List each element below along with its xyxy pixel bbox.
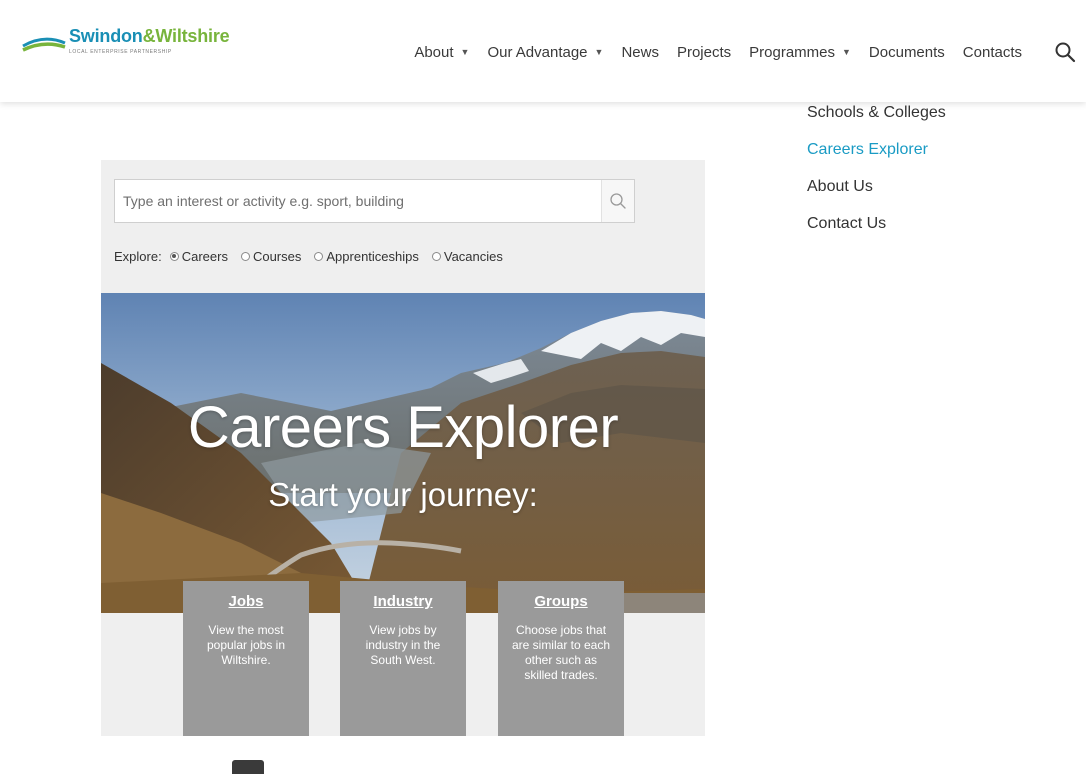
programmes-submenu: Schools & Colleges Careers Explorer Abou…	[807, 102, 946, 250]
card-title[interactable]: Groups	[498, 593, 624, 610]
submenu-item-contact-us[interactable]: Contact Us	[807, 213, 946, 250]
caret-down-icon: ▼	[842, 47, 851, 57]
card-description: View the most popular jobs in Wiltshire.	[206, 623, 286, 667]
card-title[interactable]: Jobs	[183, 593, 309, 610]
logo-tagline: LOCAL ENTERPRISE PARTNERSHIP	[69, 49, 172, 55]
nav-item-projects[interactable]: Projects	[677, 44, 731, 61]
nav-item-label: Programmes	[749, 43, 835, 61]
nav-item-label: Our Advantage	[487, 43, 588, 61]
hero-banner: Careers Explorer Start your journey:	[101, 293, 705, 613]
logo-name: Swindon&Wiltshire	[69, 26, 230, 47]
radio-label: Careers	[181, 248, 228, 264]
caret-down-icon: ▼	[460, 47, 470, 57]
caret-down-icon: ▼	[594, 47, 604, 57]
radio-label: Vacancies	[443, 248, 503, 264]
main-nav: About ▼ Our Advantage ▼ News Projects Pr…	[414, 40, 1086, 64]
card-description: View jobs by industry in the South West.	[365, 623, 441, 667]
radio-checked-icon	[169, 251, 179, 261]
hero-title: Careers Explorer	[187, 395, 619, 460]
radio-unchecked-icon	[240, 251, 250, 261]
site-header: Swindon&Wiltshire LOCAL ENTERPRISE PARTN…	[0, 0, 1086, 102]
site-logo[interactable]: Swindon&Wiltshire LOCAL ENTERPRISE PARTN…	[22, 24, 242, 64]
nav-item-contacts[interactable]: Contacts	[963, 44, 1022, 61]
nav-item-news[interactable]: News	[621, 44, 659, 61]
radio-apprenticeships[interactable]: Apprenticeships	[314, 249, 419, 264]
submenu-item-schools-colleges[interactable]: Schools & Colleges	[807, 102, 946, 139]
card-industry[interactable]: Industry View jobs by industry in the So…	[340, 581, 466, 736]
nav-item-documents[interactable]: Documents	[869, 44, 945, 61]
career-search-input[interactable]	[115, 180, 603, 222]
radio-unchecked-icon	[314, 251, 324, 261]
nav-item-label: News	[621, 43, 659, 61]
logo-hills-icon	[22, 37, 66, 52]
hero-subtitle: Start your journey:	[268, 476, 538, 513]
career-search-box	[114, 179, 635, 223]
card-description: Choose jobs that are similar to each oth…	[511, 623, 611, 682]
radio-label: Courses	[252, 248, 302, 264]
nav-item-label: Projects	[676, 43, 732, 61]
explore-cards: Jobs View the most popular jobs in Wilts…	[101, 581, 705, 736]
radio-vacancies[interactable]: Vacancies	[431, 248, 503, 264]
submenu-item-careers-explorer[interactable]: Careers Explorer	[807, 139, 946, 176]
search-icon[interactable]	[1054, 41, 1076, 63]
nav-item-about[interactable]: About ▼	[414, 44, 469, 61]
submenu-item-about-us[interactable]: About Us	[807, 176, 946, 213]
careers-explorer-widget: Explore: Careers Courses Apprenticeships…	[101, 160, 705, 736]
nav-item-label: Contacts	[962, 43, 1022, 61]
explore-options: Explore: Careers Courses Apprenticeships…	[114, 246, 516, 266]
card-title[interactable]: Industry	[340, 593, 466, 610]
nav-item-our-advantage[interactable]: Our Advantage ▼	[487, 44, 603, 61]
explore-label: Explore:	[114, 248, 162, 264]
career-search-button[interactable]	[601, 180, 634, 222]
nav-item-programmes[interactable]: Programmes ▼	[749, 44, 851, 61]
radio-careers[interactable]: Careers	[169, 248, 228, 264]
nav-item-label: About	[414, 43, 454, 61]
radio-label: Apprenticeships	[326, 248, 419, 264]
logo-name-part1: Swindon	[69, 26, 143, 46]
card-jobs[interactable]: Jobs View the most popular jobs in Wilts…	[183, 581, 309, 736]
radio-unchecked-icon	[431, 251, 441, 261]
card-groups[interactable]: Groups Choose jobs that are similar to e…	[498, 581, 624, 736]
radio-courses[interactable]: Courses	[240, 248, 302, 264]
logo-name-part2: &Wiltshire	[142, 26, 230, 46]
search-icon	[610, 193, 626, 209]
nav-item-label: Documents	[868, 43, 945, 61]
